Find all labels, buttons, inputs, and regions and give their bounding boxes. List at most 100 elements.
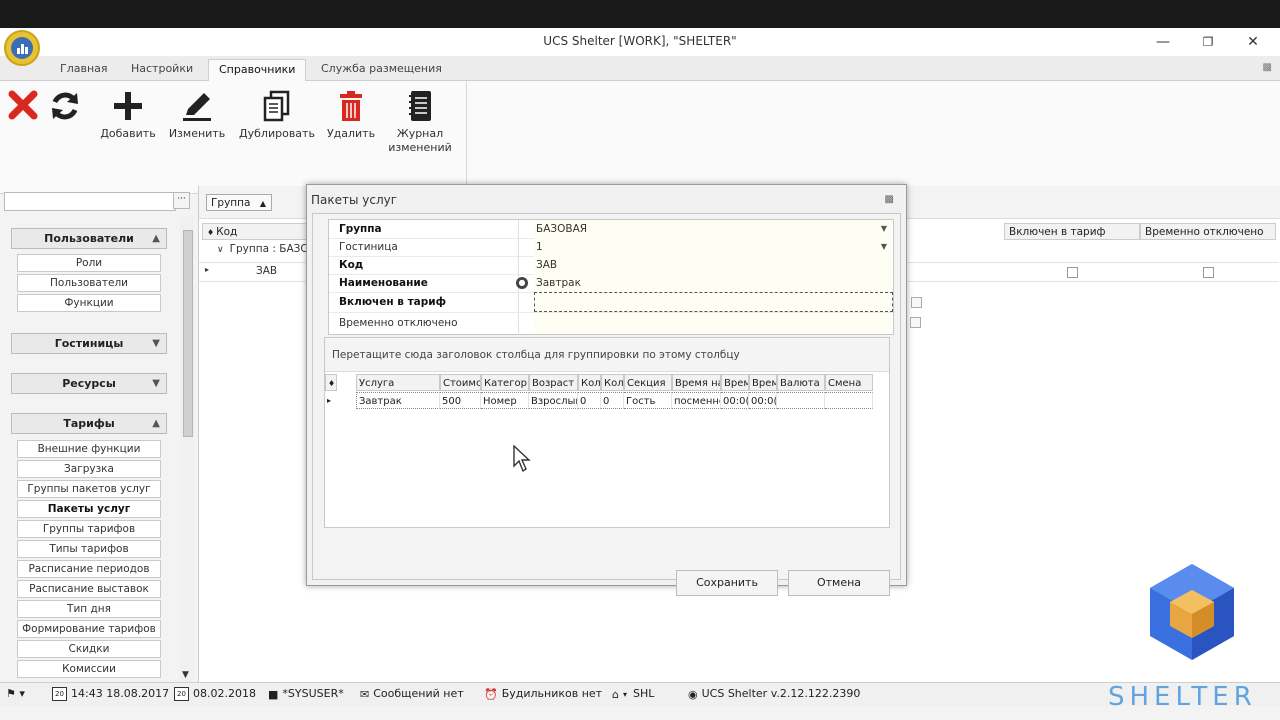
expand-icon[interactable]: ∨ <box>217 245 224 255</box>
tab-main[interactable]: Главная <box>50 59 118 80</box>
column-header-6[interactable]: Кол <box>601 374 624 391</box>
prop-code-value[interactable]: ЗАВ <box>534 256 893 274</box>
column-header-in-tariff[interactable]: Включен в тариф <box>1004 223 1140 240</box>
sidebar-group-tariffs[interactable]: Тарифы ▲ <box>11 413 167 434</box>
tab-references[interactable]: Справочники <box>208 59 307 82</box>
column-header-disabled[interactable]: Временно отключено <box>1140 223 1276 240</box>
sidebar-group-users[interactable]: Пользователи ▲ <box>11 228 167 249</box>
dropdown-icon[interactable]: ▼ <box>877 238 891 256</box>
column-header-9[interactable]: Врем <box>721 374 749 391</box>
scroll-down-icon[interactable]: ▼ <box>182 670 189 680</box>
group-row[interactable]: ∨ Группа : БАЗО <box>217 243 309 255</box>
sidebar-item-functions[interactable]: Функции <box>17 294 161 312</box>
cell-2[interactable]: 500 <box>440 392 481 409</box>
column-header-7[interactable]: Секция <box>624 374 672 391</box>
status-messages[interactable]: ✉ Сообщений нет <box>360 687 464 701</box>
cell-1[interactable]: Завтрак <box>356 392 440 409</box>
cell-7[interactable]: Гость <box>624 392 672 409</box>
translate-icon[interactable]: ● <box>516 277 528 289</box>
sidebar-item-discounts[interactable]: Скидки <box>17 640 161 658</box>
cell-8[interactable]: посменно <box>672 392 721 409</box>
cell-6[interactable]: 0 <box>601 392 624 409</box>
column-header-3[interactable]: Категор <box>481 374 529 391</box>
cell-12[interactable] <box>825 392 873 409</box>
column-header-8[interactable]: Время на <box>672 374 721 391</box>
row-in-tariff-checkbox[interactable] <box>1067 267 1078 278</box>
dialog-close-icon[interactable]: ▩ <box>885 194 894 205</box>
minimize-icon[interactable]: — <box>1143 31 1183 53</box>
prop-in-tariff-value[interactable] <box>534 292 922 312</box>
sidebar-item-package-groups[interactable]: Группы пакетов услуг <box>17 480 161 498</box>
app-logo-icon[interactable] <box>4 30 40 66</box>
disabled-checkbox[interactable] <box>910 317 921 328</box>
prop-disabled-value[interactable] <box>534 313 921 333</box>
column-header-2[interactable]: Стоимс <box>440 374 481 391</box>
sidebar-item-load[interactable]: Загрузка <box>17 460 161 478</box>
sidebar-item-roles[interactable]: Роли <box>17 254 161 272</box>
column-header-4[interactable]: Возраст <box>529 374 578 391</box>
row-disabled-checkbox[interactable] <box>1203 267 1214 278</box>
sidebar-item-exhibition-schedule[interactable]: Расписание выставок <box>17 580 161 598</box>
status-hotel[interactable]: ⌂ ▾ SHL <box>612 687 654 701</box>
close-icon[interactable]: ✕ <box>1233 31 1273 53</box>
chevron-down-icon: ▼ <box>152 338 160 349</box>
collapse-ribbon-icon[interactable]: ▩ <box>1263 62 1272 73</box>
status-user: ■ *SYSUSER* <box>268 687 344 701</box>
status-alarms[interactable]: ⏰ Будильников нет <box>484 687 602 701</box>
cell-3[interactable]: Номер <box>481 392 529 409</box>
sidebar-item-commissions[interactable]: Комиссии <box>17 660 161 678</box>
column-header-11[interactable]: Валюта <box>777 374 825 391</box>
column-header-5[interactable]: Кол <box>578 374 601 391</box>
prop-code-row[interactable]: Код ЗАВ <box>329 256 893 275</box>
scrollbar-thumb[interactable] <box>183 230 193 437</box>
column-header-12[interactable]: Смена <box>825 374 873 391</box>
in-tariff-checkbox[interactable] <box>911 297 922 308</box>
sidebar-item-tariff-types[interactable]: Типы тарифов <box>17 540 161 558</box>
sidebar-item-external-functions[interactable]: Внешние функции <box>17 440 161 458</box>
sidebar-item-users[interactable]: Пользователи <box>17 274 161 292</box>
prop-disabled-row[interactable]: Временно отключено <box>329 313 921 333</box>
sidebar-group-hotels[interactable]: Гостиницы ▼ <box>11 333 167 354</box>
cell-10[interactable]: 00:0( <box>749 392 777 409</box>
sidebar-search-button[interactable]: ··· <box>173 192 190 209</box>
sidebar-group-resources[interactable]: Ресурсы ▼ <box>11 373 167 394</box>
sidebar-item-period-schedule[interactable]: Расписание периодов <box>17 560 161 578</box>
cancel-button[interactable]: Отмена <box>788 570 890 596</box>
prop-hotel-value[interactable]: 1 ▼ <box>534 238 893 256</box>
cancel-red-button[interactable] <box>6 89 40 121</box>
column-header-code[interactable]: ♦ Код <box>202 223 310 240</box>
status-alarms-text: Будильников нет <box>501 687 603 700</box>
prop-group-row[interactable]: Группа БАЗОВАЯ ▼ <box>329 220 893 239</box>
prop-name-row[interactable]: Наименование ● Завтрак <box>329 274 893 293</box>
sidebar-search-input[interactable] <box>4 192 176 211</box>
cell-4[interactable]: Взрослый <box>529 392 578 409</box>
edit-button[interactable]: Изменить <box>166 89 228 141</box>
prop-in-tariff-row[interactable]: Включен в тариф <box>329 292 922 313</box>
flag-icon[interactable]: ⚑ ▾ <box>6 687 25 700</box>
delete-button[interactable]: Удалить <box>322 89 380 141</box>
sidebar-item-tariff-groups[interactable]: Группы тарифов <box>17 520 161 538</box>
restore-icon[interactable]: ❐ <box>1188 31 1228 53</box>
sidebar-scrollbar[interactable]: ▼ <box>180 216 194 684</box>
prop-group-value[interactable]: БАЗОВАЯ ▼ <box>534 220 893 238</box>
cell-11[interactable] <box>777 392 825 409</box>
refresh-button[interactable] <box>46 89 84 123</box>
prop-name-value[interactable]: Завтрак <box>534 274 893 292</box>
cell-9[interactable]: 00:0( <box>721 392 749 409</box>
app-window: UCS Shelter [WORK], "SHELTER" — ❐ ✕ Глав… <box>0 28 1280 720</box>
save-button[interactable]: Сохранить <box>676 570 778 596</box>
change-log-button[interactable]: Журнал изменений <box>384 89 456 155</box>
add-button[interactable]: Добавить <box>96 89 160 141</box>
sidebar-item-tariff-forming[interactable]: Формирование тарифов <box>17 620 161 638</box>
cell-5[interactable]: 0 <box>578 392 601 409</box>
sidebar-item-day-type[interactable]: Тип дня <box>17 600 161 618</box>
column-header-10[interactable]: Врем <box>749 374 777 391</box>
tab-settings[interactable]: Настройки <box>121 59 203 80</box>
prop-hotel-row[interactable]: Гостиница 1 ▼ <box>329 238 893 257</box>
tab-accommodation[interactable]: Служба размещения <box>311 59 452 80</box>
sidebar-item-service-packages[interactable]: Пакеты услуг <box>17 500 161 518</box>
dropdown-icon[interactable]: ▼ <box>877 220 891 238</box>
group-chip[interactable]: Группа ▲ <box>206 194 272 211</box>
column-header-1[interactable]: Услуга <box>356 374 440 391</box>
duplicate-button[interactable]: Дублировать <box>236 89 318 141</box>
